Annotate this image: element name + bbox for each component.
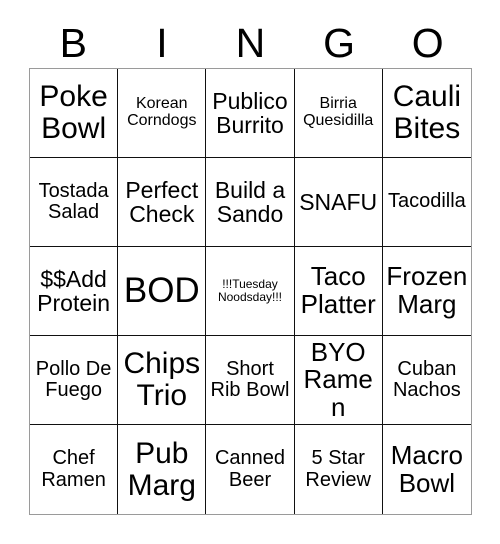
bingo-card: B I N G O Poke Bowl Korean Corndogs Public…: [0, 0, 500, 544]
bingo-cell-label: Taco Platter: [300, 261, 376, 319]
bingo-cell[interactable]: Tostada Salad: [30, 158, 119, 247]
bingo-cell-label: Perfect Check: [125, 176, 199, 227]
bingo-header-letter-n: N: [235, 19, 266, 66]
bingo-cell-label: BOD: [123, 271, 200, 311]
bingo-cell[interactable]: Perfect Check: [118, 158, 207, 247]
bingo-cell[interactable]: Short Rib Bowl: [206, 336, 295, 425]
bingo-cell[interactable]: !!!Tuesday Noodsday!!!: [206, 247, 295, 336]
bingo-cell-label: $$Add Protein: [37, 265, 111, 316]
bingo-cell-label: Canned Beer: [214, 447, 286, 491]
bingo-cell[interactable]: Poke Bowl: [30, 69, 119, 158]
bingo-cell-label: Chips Trio: [123, 347, 201, 412]
bingo-cell-label: Tacodilla: [387, 190, 466, 213]
bingo-cell[interactable]: Frozen Marg: [382, 247, 471, 336]
bingo-cell[interactable]: 5 Star Review: [294, 425, 383, 514]
bingo-header-letter-i: I: [156, 19, 168, 66]
bingo-cell[interactable]: Publico Burrito: [206, 69, 295, 158]
bingo-cell[interactable]: Korean Corndogs: [118, 69, 207, 158]
bingo-cell[interactable]: Pollo De Fuego: [30, 336, 119, 425]
bingo-cell-label: Poke Bowl: [39, 80, 108, 145]
bingo-cell[interactable]: Canned Beer: [206, 425, 295, 514]
bingo-cell-label: BYO Ramen: [303, 336, 373, 422]
bingo-cell-label: Publico Burrito: [212, 87, 288, 138]
bingo-cell[interactable]: Build a Sando: [206, 158, 295, 247]
bingo-cell-label: SNAFU: [299, 188, 378, 215]
bingo-cell-label: Cuban Nachos: [392, 357, 461, 401]
bingo-cell-label: Chef Ramen: [41, 447, 106, 491]
bingo-cell-label: Frozen Marg: [386, 261, 468, 319]
bingo-cell-label: Short Rib Bowl: [210, 357, 290, 401]
bingo-cell[interactable]: Cuban Nachos: [382, 336, 471, 425]
bingo-header-letter-b: B: [59, 19, 87, 66]
bingo-cell[interactable]: Chef Ramen: [30, 425, 119, 514]
bingo-cell[interactable]: Macro Bowl: [382, 425, 471, 514]
bingo-cell-label: 5 Star Review: [305, 447, 371, 491]
bingo-cell[interactable]: SNAFU: [294, 158, 383, 247]
bingo-header-letter-o: O: [411, 19, 444, 66]
bingo-cell-label: Build a Sando: [214, 176, 286, 227]
bingo-cell[interactable]: Birria Quesidilla: [294, 69, 383, 158]
bingo-cell-label: !!!Tuesday Noodsday!!!: [217, 277, 283, 304]
bingo-grid: Poke Bowl Korean Corndogs Publico Burrito B…: [29, 68, 472, 515]
bingo-cell[interactable]: Chips Trio: [118, 336, 207, 425]
bingo-cell[interactable]: Cauli Bites: [382, 69, 471, 158]
bingo-cell-label: Korean Corndogs: [127, 95, 197, 129]
bingo-cell-label: Pub Marg: [127, 436, 196, 502]
bingo-cell-label: Cauli Bites: [392, 80, 462, 145]
bingo-cell[interactable]: Taco Platter: [294, 247, 383, 336]
bingo-cell[interactable]: Pub Marg: [118, 425, 207, 514]
bingo-cell[interactable]: $$Add Protein: [30, 247, 119, 336]
bingo-cell-label: Tostada Salad: [38, 179, 109, 223]
bingo-cell-label: Pollo De Fuego: [35, 357, 112, 401]
bingo-cell[interactable]: BYO Ramen: [294, 336, 383, 425]
bingo-cell[interactable]: BOD: [118, 247, 207, 336]
bingo-cell-label: Macro Bowl: [390, 439, 464, 498]
bingo-cell-label: Birria Quesidilla: [303, 95, 374, 129]
bingo-header-letter-g: G: [323, 19, 356, 66]
bingo-cell[interactable]: Tacodilla: [382, 158, 471, 247]
bingo-header: B I N G O: [29, 18, 472, 68]
